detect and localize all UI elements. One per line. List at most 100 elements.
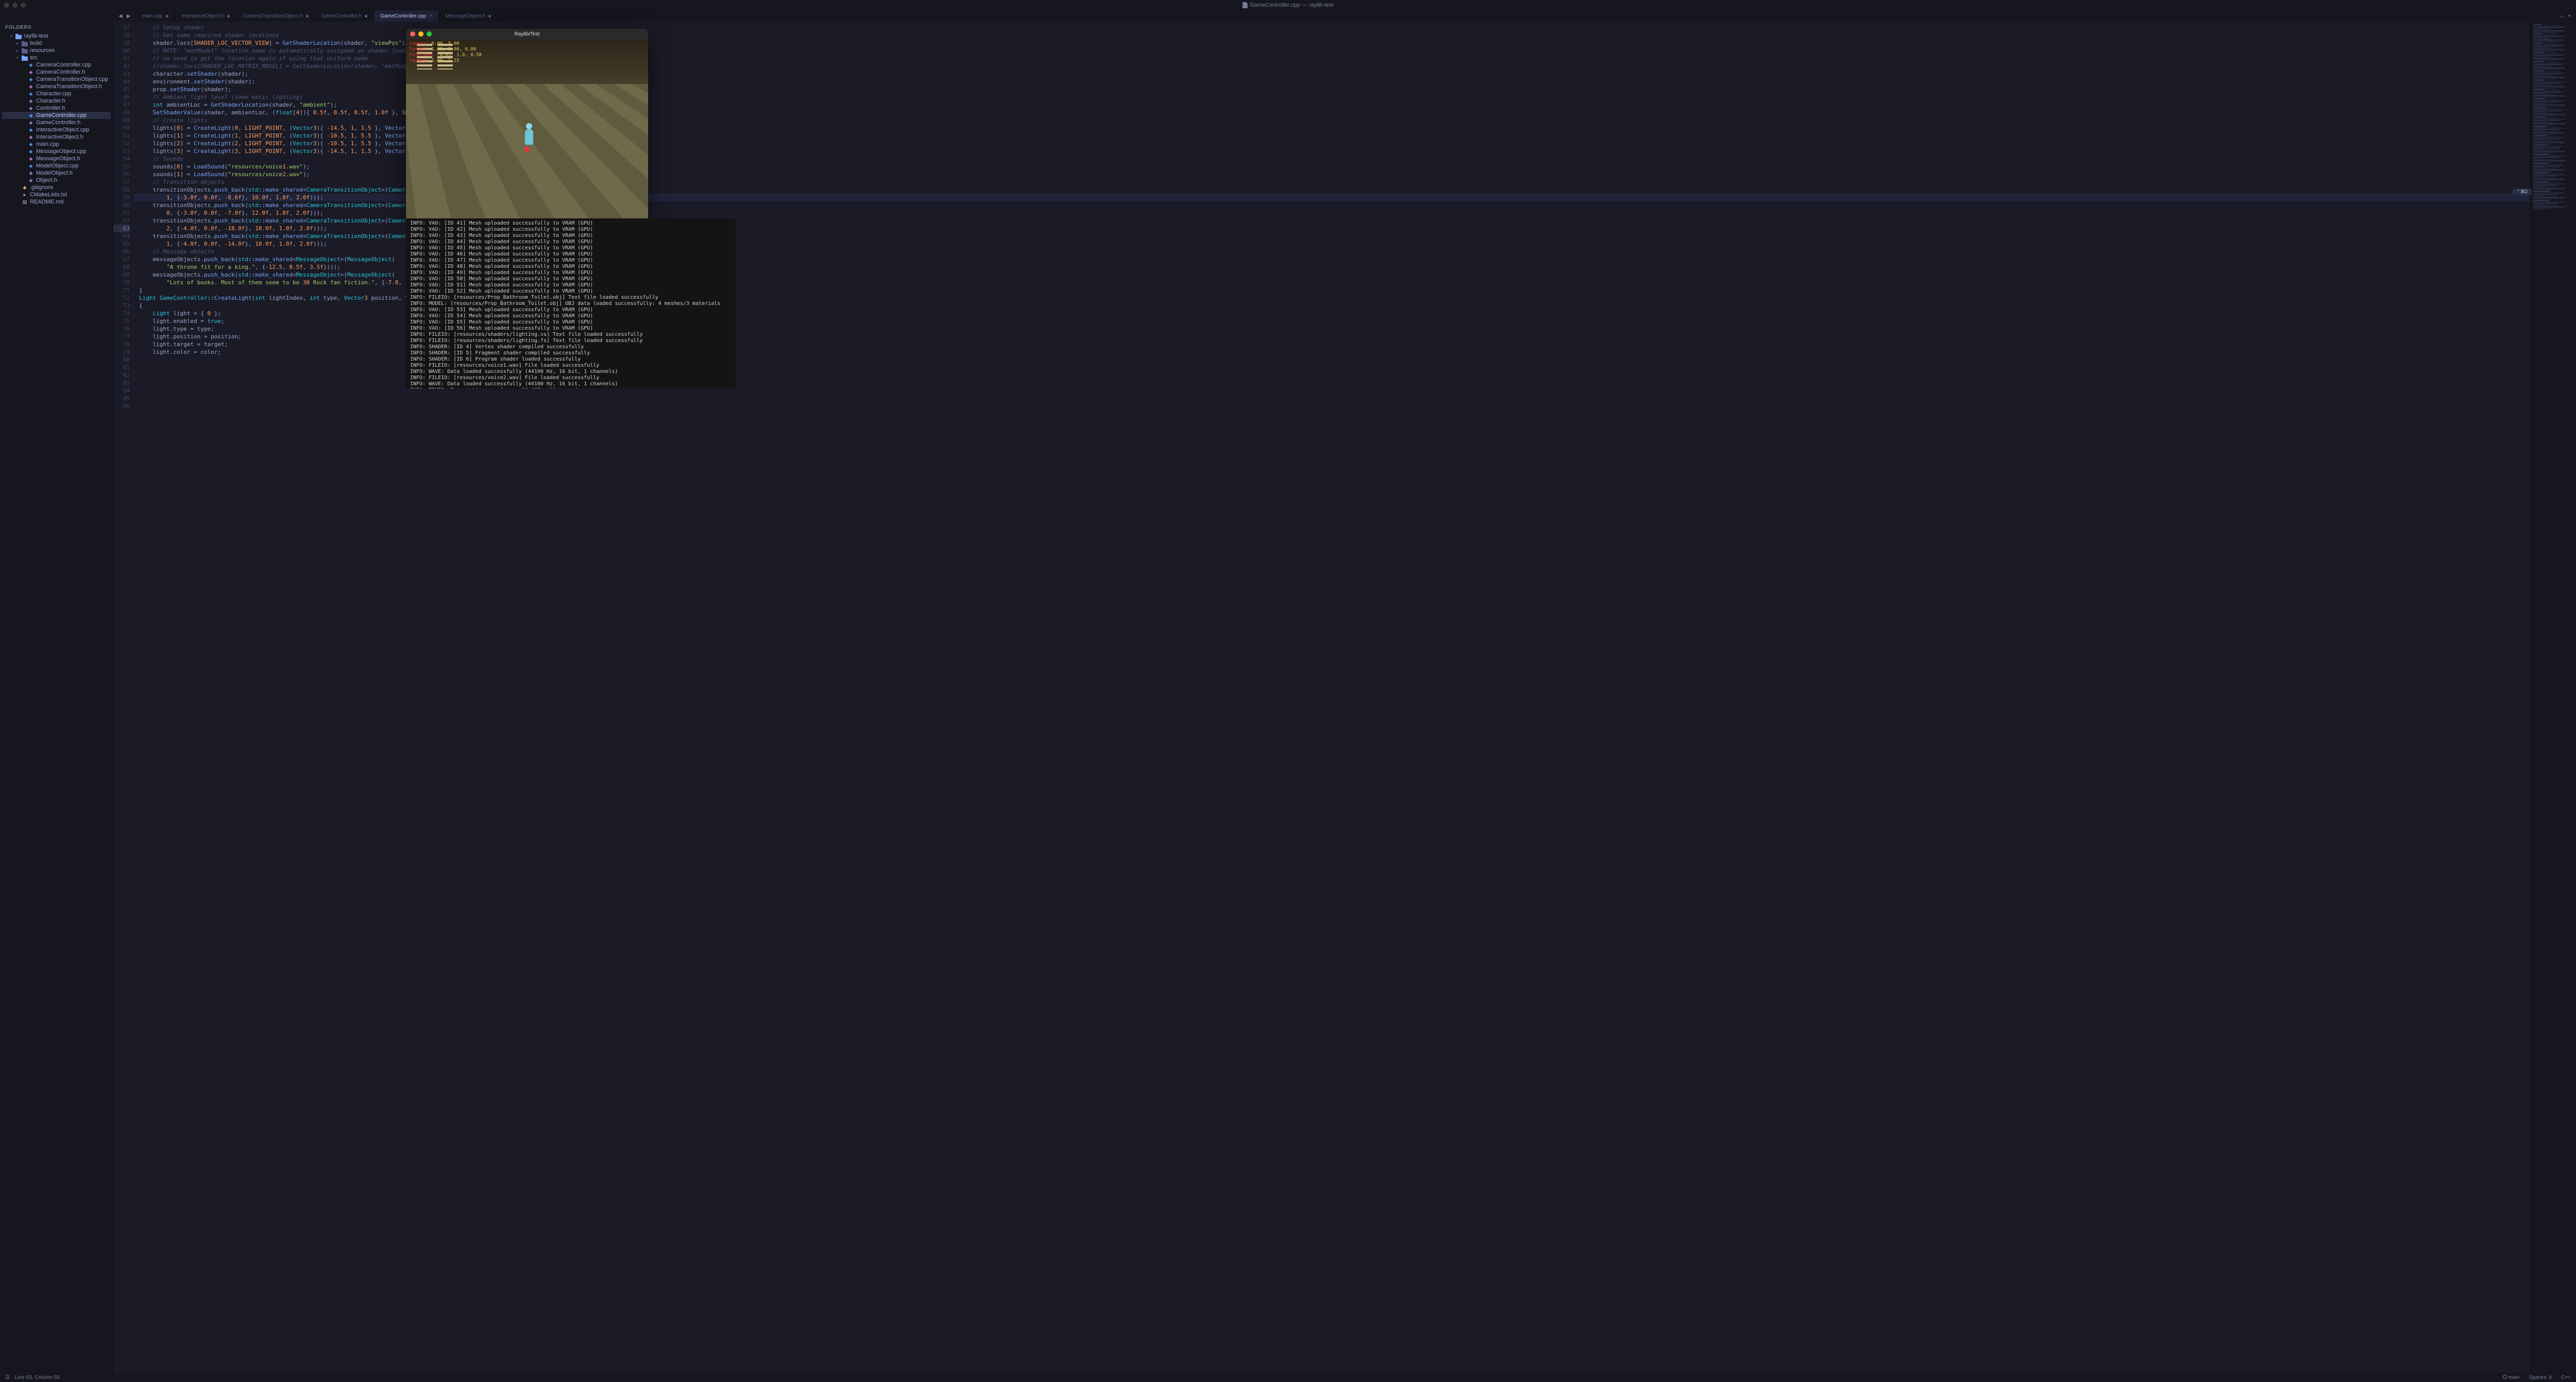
nav-arrows[interactable]: ◀ ▶ [113,10,135,22]
tree-item-cameratransitionobject-cpp[interactable]: ◆CameraTransitionObject.cpp [2,76,111,83]
tab-label: GameController.cpp [380,13,426,19]
game-hud: Camera: 0.00, 5.00Target: 1.00, 0.00, 0.… [409,41,482,64]
tree-item-raylib-test[interactable]: ▾raylib-test [2,32,111,40]
tree-item-src[interactable]: ▾src [2,54,111,61]
window-title-text: GameController.cpp — raylib-test [1250,2,1334,8]
tree-item-interactiveobject-h[interactable]: ◆InteractiveObject.h [2,133,111,141]
zoom-icon[interactable] [427,31,432,37]
tree-item-main-cpp[interactable]: ◆main.cpp [2,141,111,148]
tree-item-label: GameController.h [36,120,80,126]
terminal-line: INFO: VAO: [ID 51] Mesh uploaded success… [410,282,732,288]
file-icon: ◆ [28,141,34,147]
back-icon[interactable]: ◀ [118,13,123,19]
tree-item-messageobject-cpp[interactable]: ◆MessageObject.cpp [2,148,111,155]
tab-label: CameraTransitionObject.h [243,13,302,19]
file-icon: ◆ [28,69,34,75]
tree-item-label: main.cpp [36,141,59,147]
terminal-line: INFO: FILEIO: [resources/shaders/lightin… [410,338,732,344]
tree-item-modelobject-h[interactable]: ◆ModelObject.h [2,169,111,177]
file-icon: ◆ [28,83,34,90]
tree-item-label: GameController.cpp [36,112,87,118]
tree-item-messageobject-h[interactable]: ◆MessageObject.h [2,155,111,162]
tree-item-label: Object.h [36,177,57,183]
tree-item-label: raylib-test [24,33,48,39]
tab-overflow-icon[interactable]: ▾ [2568,13,2571,19]
forward-icon[interactable]: ▶ [127,13,131,19]
tree-item-character-h[interactable]: ◆Character.h [2,97,111,105]
minimize-icon[interactable] [12,3,18,8]
traffic-lights[interactable] [4,3,26,8]
close-icon[interactable]: × [429,13,432,19]
tab-gamecontroller-cpp[interactable]: GameController.cpp× [374,10,439,22]
terminal-line: INFO: WAVE: Data loaded successfully (44… [410,369,732,375]
tree-item--gitignore[interactable]: ◆.gitignore [2,184,111,191]
tree-item-object-h[interactable]: ◆Object.h [2,177,111,184]
tree-item-resources[interactable]: ▸resources [2,47,111,54]
tab-gamecontroller-h[interactable]: GameController.h [315,10,374,22]
terminal-line: INFO: FILEIO: [resources/voice1.wav] Fil… [410,363,732,369]
game-titlebar[interactable]: Raylib/Test [406,29,648,39]
tree-item-controller-h[interactable]: ◆Controller.h [2,105,111,112]
terminal-line: INFO: VAO: [ID 55] Mesh uploaded success… [410,319,732,326]
tree-item-character-cpp[interactable]: ◆Character.cpp [2,90,111,97]
tab-label: MessageObject.h [445,13,485,19]
tree-item-interactiveobject-cpp[interactable]: ◆InteractiveObject.cpp [2,126,111,133]
tree-item-label: InteractiveObject.h [36,134,83,140]
tree-item-gamecontroller-cpp[interactable]: ◆GameController.cpp [2,112,111,119]
indent-setting[interactable]: Spaces: 4 [2529,1375,2552,1380]
tree-item-cameracontroller-h[interactable]: ◆CameraController.h [2,69,111,76]
tree-item-readme-md[interactable]: ▤README.md [2,198,111,206]
close-icon[interactable] [410,31,415,37]
file-icon: ◆ [28,98,34,104]
dirty-indicator[interactable] [365,15,367,18]
new-tab-icon[interactable]: ＋ [2559,12,2564,20]
minimize-icon[interactable] [418,31,423,37]
sidebar[interactable]: FOLDERS ▾raylib-test▸build▸resources▾src… [0,22,113,1373]
game-window[interactable]: Raylib/Test Camera: 0.00, 5.00Target: 1.… [406,29,648,218]
terminal-line: INFO: WAVE: Data loaded successfully (44… [410,381,732,387]
file-tree[interactable]: ▾raylib-test▸build▸resources▾src◆CameraC… [0,32,113,206]
file-icon: ◆ [28,91,34,97]
dirty-indicator[interactable] [306,15,309,18]
menu-icon[interactable]: ☰ [5,1375,10,1380]
line-gutter: 3738394041424344454647484950515253545556… [113,22,134,1373]
file-icon: ◆ [28,170,34,176]
tree-item-cmakelists-txt[interactable]: ▸CMakeLists.txt [2,191,111,198]
tree-item-build[interactable]: ▸build [2,40,111,47]
tree-item-label: ModelObject.cpp [36,163,79,169]
dirty-indicator[interactable] [166,15,168,18]
minimap[interactable] [2530,22,2576,1373]
tree-item-label: MessageObject.h [36,156,80,162]
tab-messageobject-h[interactable]: MessageObject.h [439,10,498,22]
tab-interactiveobject-h[interactable]: InteractiveObject.h [175,10,236,22]
dirty-indicator[interactable] [227,15,230,18]
file-icon: ◆ [28,120,34,126]
tree-item-label: resources [30,47,55,54]
cursor-position[interactable]: Line 63, Column 55 [15,1375,60,1380]
game-traffic-lights[interactable] [410,31,432,37]
git-branch[interactable]: main [2503,1375,2520,1380]
tab-main-cpp[interactable]: main.cpp [135,10,175,22]
file-icon: ◆ [28,62,34,68]
tree-item-label: Controller.h [36,105,65,111]
tab-cameratransitionobject-h[interactable]: CameraTransitionObject.h [236,10,315,22]
terminal-shortcut-badge: ⌃⌘2 [2512,189,2532,195]
terminal-line: INFO: SHADER: [ID 4] Vertex shader compi… [410,344,732,350]
game-window-title: Raylib/Test [515,31,540,37]
disclosure-icon: ▸ [15,41,20,46]
tree-item-cameratransitionobject-h[interactable]: ◆CameraTransitionObject.h [2,83,111,90]
terminal-line: INFO: VAO: [ID 48] Mesh uploaded success… [410,264,732,270]
dirty-indicator[interactable] [488,15,491,18]
tree-item-cameracontroller-cpp[interactable]: ◆CameraController.cpp [2,61,111,69]
file-icon: ◆ [28,127,34,133]
file-icon: ◆ [28,134,34,140]
game-viewport[interactable]: Camera: 0.00, 5.00Target: 1.00, 0.00, 0.… [406,39,648,218]
language-mode[interactable]: C++ [2561,1375,2571,1380]
tree-item-gamecontroller-h[interactable]: ◆GameController.h [2,119,111,126]
close-icon[interactable] [4,3,9,8]
zoom-icon[interactable] [21,3,26,8]
sidebar-heading: FOLDERS [0,22,113,32]
terminal-panel[interactable]: INFO: VAO: [ID 41] Mesh uploaded success… [406,218,736,388]
tree-item-modelobject-cpp[interactable]: ◆ModelObject.cpp [2,162,111,169]
tab-label: GameController.h [321,13,362,19]
